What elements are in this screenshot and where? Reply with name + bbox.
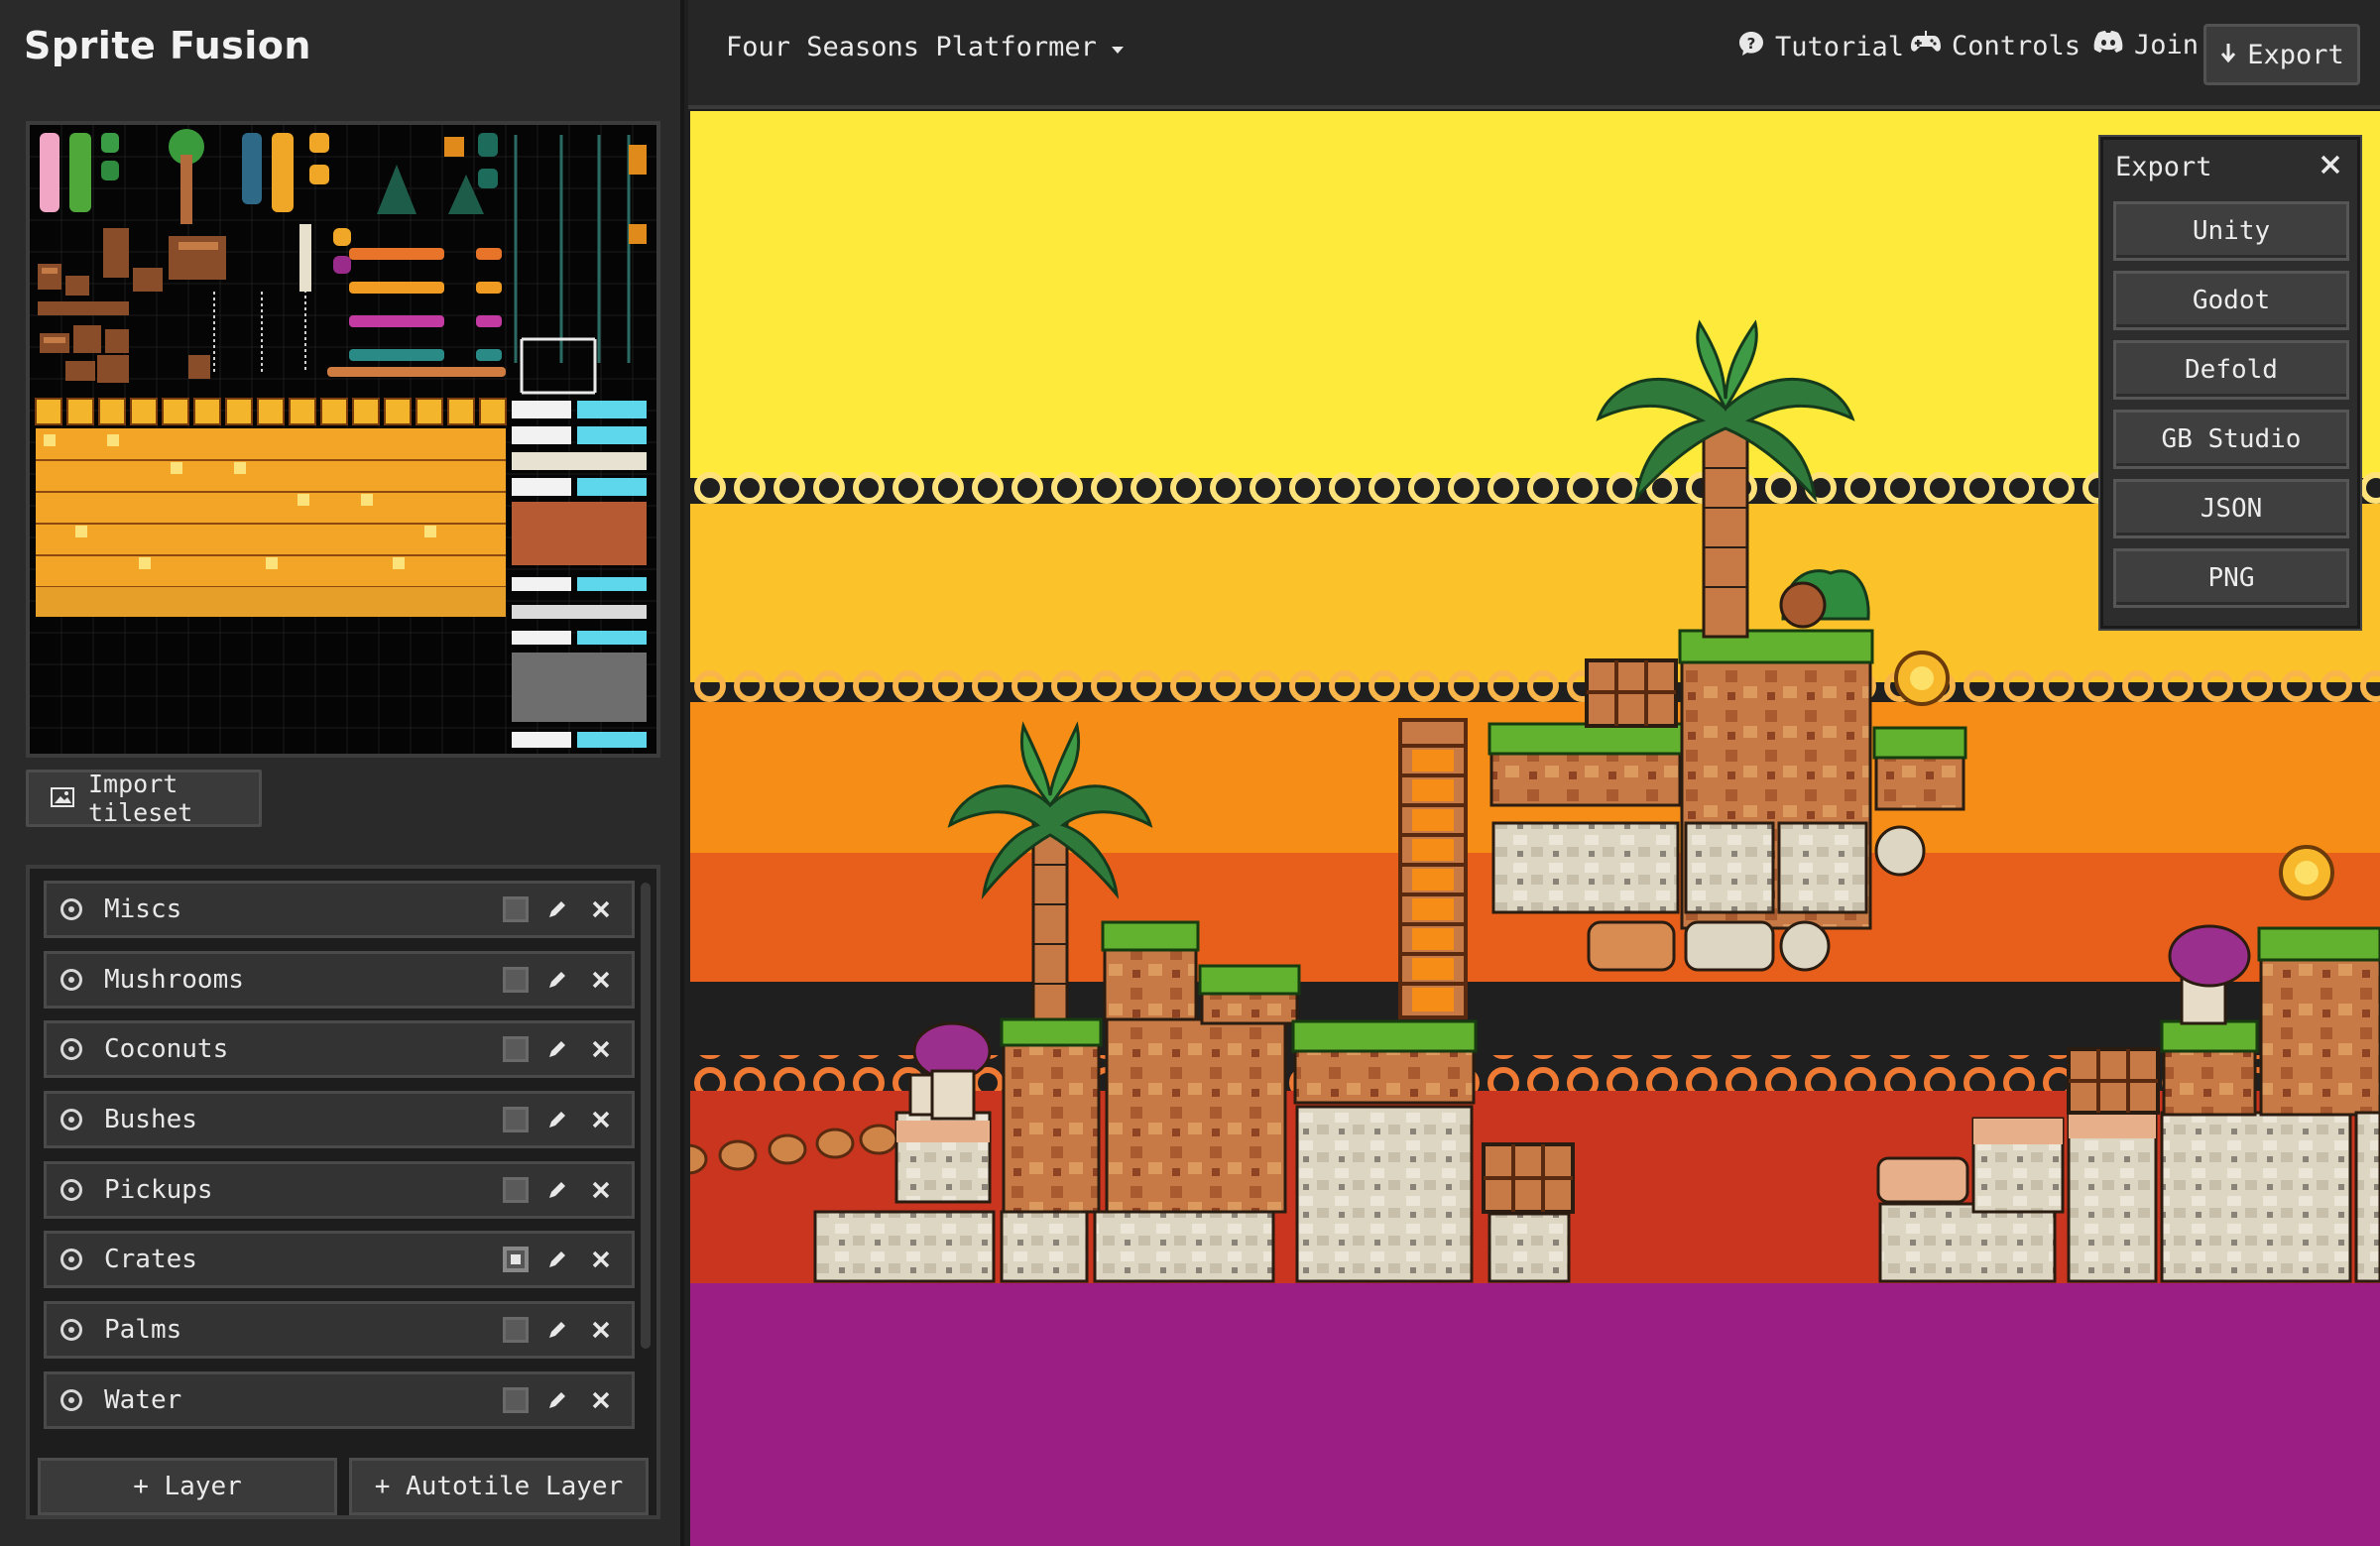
export-defold-button[interactable]: Defold [2113,340,2349,400]
project-name: Four Seasons Platformer [726,32,1097,62]
layer-name: Pickups [104,1174,213,1205]
layer-item-mushrooms[interactable]: Mushrooms [44,950,635,1009]
tutorial-label: Tutorial [1775,32,1905,62]
collider-toggle[interactable] [503,1386,529,1413]
tileset-image[interactable] [30,125,656,754]
edit-icon[interactable] [544,1107,570,1132]
import-tileset-label: Import tileset [88,770,193,827]
export-panel-title: Export [2115,152,2212,182]
layer-item-palms[interactable]: Palms [44,1301,635,1360]
join-label: Join [2134,30,2200,60]
layer-name: Palms [104,1315,182,1346]
gamepad-icon [1910,30,1942,62]
collider-toggle[interactable] [503,1317,529,1344]
import-tileset-button[interactable]: Import tileset [26,770,262,827]
collider-toggle[interactable] [503,1036,529,1063]
layer-item-crates[interactable]: Crates [44,1231,635,1289]
delete-icon[interactable] [588,896,614,922]
delete-icon[interactable] [588,1107,614,1132]
arrow-down-icon [2219,40,2237,70]
edit-icon[interactable] [544,967,570,993]
image-icon [51,784,74,813]
edit-icon[interactable] [544,1036,570,1062]
collider-toggle[interactable] [503,896,529,922]
visibility-icon[interactable] [60,898,82,920]
layer-item-pickups[interactable]: Pickups [44,1160,635,1219]
sidebar: Sprite Fusion Import tileset Miscs Mushr… [0,0,684,1546]
edit-icon[interactable] [544,896,570,922]
export-gb-studio-button[interactable]: GB Studio [2113,410,2349,469]
collider-toggle[interactable] [503,1247,529,1273]
visibility-icon[interactable] [60,1178,82,1201]
collider-toggle[interactable] [503,966,529,993]
top-bar: Four Seasons Platformer ? Tutorial Contr… [688,0,2380,109]
layer-scrollbar[interactable] [641,883,651,1349]
visibility-icon[interactable] [60,1038,82,1061]
export-label: Export [2247,39,2344,70]
add-layer-button[interactable]: + Layer [38,1458,337,1515]
layer-item-bushes[interactable]: Bushes [44,1091,635,1149]
export-unity-button[interactable]: Unity [2113,201,2349,261]
controls-label: Controls [1952,31,2082,61]
visibility-icon[interactable] [60,1388,82,1411]
layer-name: Mushrooms [104,964,244,995]
delete-icon[interactable] [588,1387,614,1413]
delete-icon[interactable] [588,1247,614,1272]
chevron-down-icon [1111,32,1125,62]
close-icon[interactable] [2316,150,2345,179]
layer-name: Crates [104,1245,197,1275]
layer-item-water[interactable]: Water [44,1370,635,1429]
collider-toggle[interactable] [503,1176,529,1203]
discord-icon [2092,30,2124,60]
layer-item-miscs[interactable]: Miscs [44,881,635,938]
svg-text:?: ? [1747,35,1756,53]
layer-name: Bushes [104,1105,197,1135]
controls-link[interactable]: Controls [1910,30,2081,62]
edit-icon[interactable] [544,1387,570,1413]
tutorial-link[interactable]: ? Tutorial [1737,30,1904,64]
layer-list: Miscs Mushrooms Coconuts Bushes Pickups … [44,881,635,1442]
add-autotile-layer-button[interactable]: + Autotile Layer [349,1458,649,1515]
visibility-icon[interactable] [60,1249,82,1271]
delete-icon[interactable] [588,1177,614,1203]
export-json-button[interactable]: JSON [2113,479,2349,538]
export-png-button[interactable]: PNG [2113,548,2349,608]
export-panel: Export Unity Godot Defold GB Studio JSON… [2100,137,2360,629]
layer-panel: Miscs Mushrooms Coconuts Bushes Pickups … [26,865,660,1519]
app-title: Sprite Fusion [24,24,311,67]
edit-icon[interactable] [544,1177,570,1203]
layer-name: Miscs [104,894,182,924]
layer-name: Water [104,1384,182,1415]
export-button[interactable]: Export [2203,24,2360,85]
layer-item-coconuts[interactable]: Coconuts [44,1020,635,1079]
visibility-icon[interactable] [60,968,82,991]
delete-icon[interactable] [588,1317,614,1343]
help-icon: ? [1737,30,1765,64]
delete-icon[interactable] [588,967,614,993]
layer-name: Coconuts [104,1034,229,1065]
visibility-icon[interactable] [60,1319,82,1342]
visibility-icon[interactable] [60,1109,82,1131]
edit-icon[interactable] [544,1317,570,1343]
edit-icon[interactable] [544,1247,570,1272]
collider-toggle[interactable] [503,1107,529,1133]
delete-icon[interactable] [588,1036,614,1062]
export-godot-button[interactable]: Godot [2113,271,2349,330]
join-discord-link[interactable]: Join [2092,30,2199,60]
tileset-palette[interactable] [26,121,660,758]
project-select[interactable]: Four Seasons Platformer [726,32,1125,62]
